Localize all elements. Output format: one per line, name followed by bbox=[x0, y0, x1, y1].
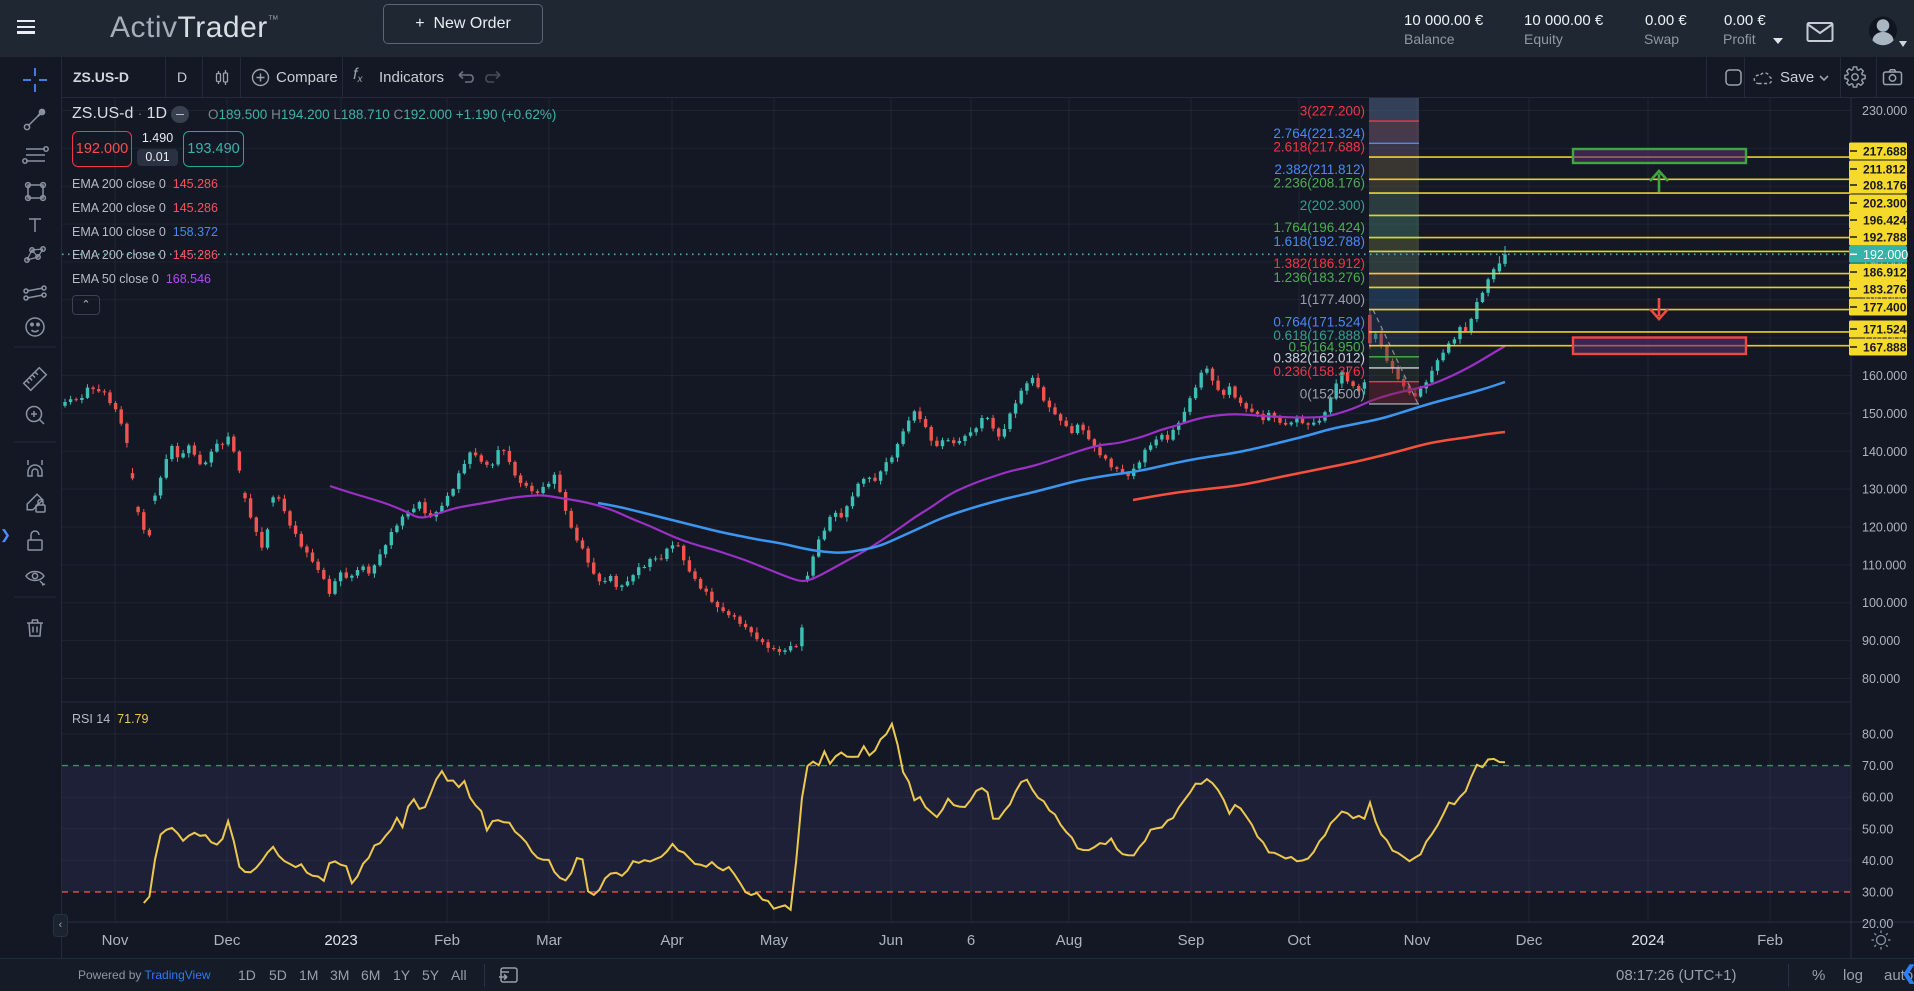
svg-text:196.424: 196.424 bbox=[1863, 214, 1907, 228]
svg-text:Apr: Apr bbox=[660, 932, 683, 949]
svg-text:100.000: 100.000 bbox=[1862, 596, 1907, 610]
svg-text:20.00: 20.00 bbox=[1862, 917, 1893, 931]
svg-text:Dec: Dec bbox=[1516, 932, 1543, 949]
svg-text:2.764(221.324): 2.764(221.324) bbox=[1273, 126, 1365, 141]
svg-text:202.300: 202.300 bbox=[1863, 197, 1907, 211]
svg-text:211.812: 211.812 bbox=[1863, 163, 1906, 177]
svg-text:Mar: Mar bbox=[536, 932, 562, 949]
svg-text:140.000: 140.000 bbox=[1862, 445, 1907, 459]
svg-text:1.382(186.912): 1.382(186.912) bbox=[1273, 256, 1365, 271]
svg-text:1(177.400): 1(177.400) bbox=[1300, 292, 1365, 307]
svg-text:40.00: 40.00 bbox=[1862, 854, 1893, 868]
svg-text:130.000: 130.000 bbox=[1862, 483, 1907, 497]
svg-text:208.176: 208.176 bbox=[1863, 179, 1907, 193]
svg-text:Feb: Feb bbox=[1757, 932, 1783, 949]
svg-text:192.000: 192.000 bbox=[1863, 248, 1908, 262]
svg-text:171.524: 171.524 bbox=[1863, 323, 1907, 337]
svg-text:183.276: 183.276 bbox=[1863, 283, 1907, 297]
svg-text:0.764(171.524): 0.764(171.524) bbox=[1273, 314, 1365, 329]
svg-text:110.000: 110.000 bbox=[1862, 558, 1906, 572]
svg-text:120.000: 120.000 bbox=[1862, 521, 1907, 535]
svg-text:160.000: 160.000 bbox=[1862, 369, 1907, 383]
svg-text:1.764(196.424): 1.764(196.424) bbox=[1273, 220, 1365, 235]
svg-text:90.000: 90.000 bbox=[1862, 634, 1900, 648]
svg-text:6: 6 bbox=[967, 932, 975, 949]
svg-text:Jun: Jun bbox=[879, 932, 903, 949]
svg-text:Feb: Feb bbox=[434, 932, 460, 949]
svg-text:50.00: 50.00 bbox=[1862, 822, 1893, 836]
svg-text:177.400: 177.400 bbox=[1863, 301, 1907, 315]
svg-text:80.00: 80.00 bbox=[1862, 728, 1893, 742]
svg-text:60.00: 60.00 bbox=[1862, 791, 1893, 805]
svg-text:2024: 2024 bbox=[1631, 932, 1664, 949]
svg-text:Aug: Aug bbox=[1056, 932, 1083, 949]
svg-text:Oct: Oct bbox=[1287, 932, 1311, 949]
svg-text:2.382(211.812): 2.382(211.812) bbox=[1274, 162, 1365, 177]
svg-text:2(202.300): 2(202.300) bbox=[1300, 198, 1365, 213]
svg-text:70.00: 70.00 bbox=[1862, 759, 1893, 773]
svg-text:186.912: 186.912 bbox=[1863, 266, 1907, 280]
svg-text:0(152.500): 0(152.500) bbox=[1300, 386, 1365, 401]
svg-text:192.788: 192.788 bbox=[1863, 231, 1907, 245]
svg-text:Dec: Dec bbox=[214, 932, 241, 949]
svg-text:1.236(183.276): 1.236(183.276) bbox=[1273, 270, 1365, 285]
svg-text:1.618(192.788): 1.618(192.788) bbox=[1273, 234, 1365, 249]
svg-text:2023: 2023 bbox=[324, 932, 357, 949]
svg-text:2.236(208.176): 2.236(208.176) bbox=[1273, 176, 1365, 191]
svg-text:0.382(162.012): 0.382(162.012) bbox=[1273, 350, 1365, 365]
svg-text:Nov: Nov bbox=[1404, 932, 1431, 949]
svg-text:2.618(217.688): 2.618(217.688) bbox=[1273, 140, 1365, 155]
svg-text:Sep: Sep bbox=[1178, 932, 1205, 949]
svg-text:150.000: 150.000 bbox=[1862, 407, 1907, 421]
svg-text:3(227.200): 3(227.200) bbox=[1300, 104, 1365, 119]
svg-text:217.688: 217.688 bbox=[1863, 145, 1907, 159]
svg-text:Nov: Nov bbox=[102, 932, 129, 949]
svg-text:80.000: 80.000 bbox=[1862, 672, 1900, 686]
svg-text:0.236(158.376): 0.236(158.376) bbox=[1273, 364, 1365, 379]
svg-text:167.888: 167.888 bbox=[1863, 341, 1907, 355]
svg-text:30.00: 30.00 bbox=[1862, 885, 1893, 899]
svg-text:230.000: 230.000 bbox=[1862, 104, 1907, 118]
svg-text:May: May bbox=[760, 932, 789, 949]
